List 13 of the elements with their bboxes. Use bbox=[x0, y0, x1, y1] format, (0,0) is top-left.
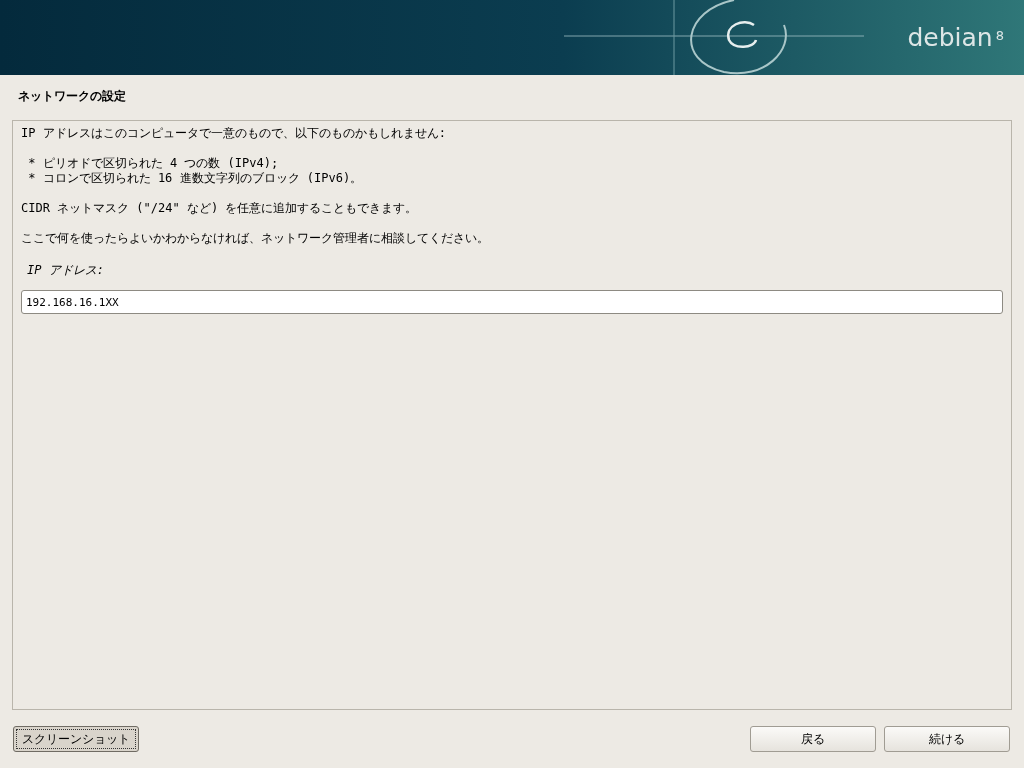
description-text: IP アドレスはこのコンピュータで一意のもので、以下のものかもしれません: bbox=[21, 126, 446, 141]
page-title: ネットワークの設定 bbox=[17, 88, 127, 105]
screenshot-button[interactable]: スクリーンショット bbox=[13, 726, 139, 752]
ip-address-field[interactable]: 192.168.16.1XX bbox=[21, 290, 1003, 314]
version-label: 8 bbox=[995, 28, 1004, 43]
description-text: * コロンで区切られた 16 進数文字列のブロック (IPv6)。 bbox=[27, 171, 363, 186]
description-text: ここで何を使ったらよいかわからなければ、ネットワーク管理者に相談してください。 bbox=[21, 231, 489, 246]
back-button[interactable]: 戻る bbox=[750, 726, 876, 752]
logo-text: debian bbox=[907, 23, 993, 52]
description-text: CIDR ネットマスク ("/24" など) を任意に追加することもできます。 bbox=[21, 201, 418, 216]
continue-button[interactable]: 続ける bbox=[884, 726, 1010, 752]
description-text: * ピリオドで区切られた 4 つの数 (IPv4); bbox=[27, 156, 279, 171]
field-label: IP アドレス: bbox=[26, 263, 104, 278]
